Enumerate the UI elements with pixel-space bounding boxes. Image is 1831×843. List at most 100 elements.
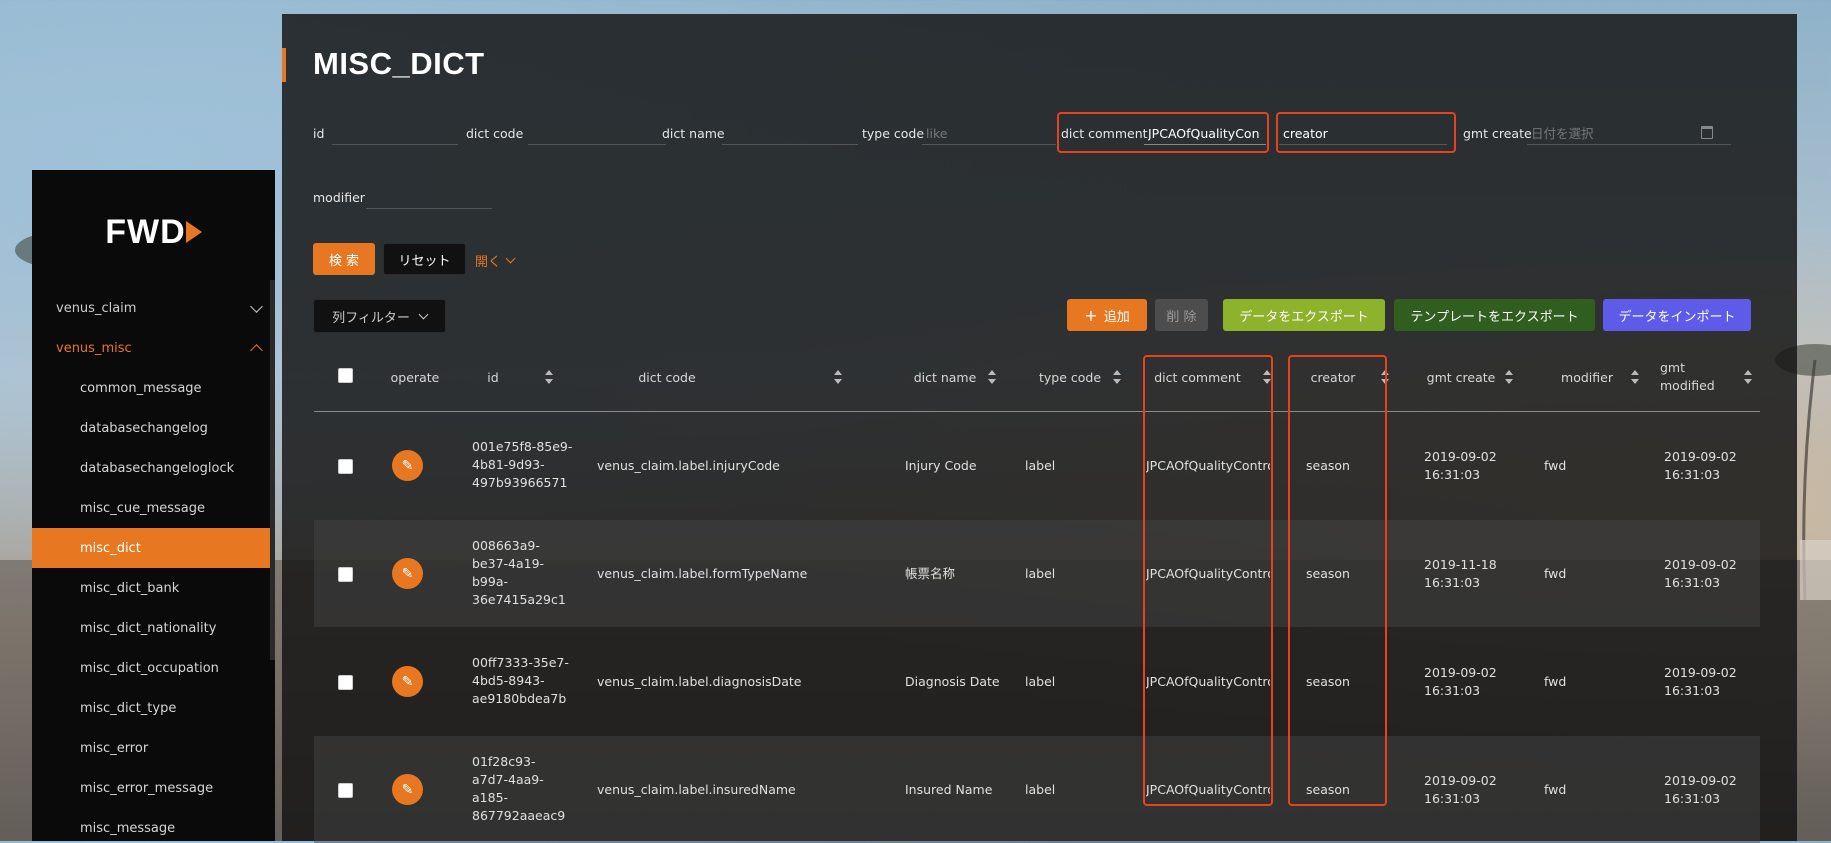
highlight-box-creator-filter — [1276, 112, 1456, 153]
column-header-gmt-modified[interactable]: gmt modified — [1660, 352, 1756, 402]
sidebar-item-misc-cue-message[interactable]: misc_cue_message — [32, 488, 275, 528]
cell-gmt-create: 2019-09-02 16:31:03 — [1424, 773, 1497, 806]
sidebar-group-venus-misc[interactable]: venus_misc — [32, 328, 275, 368]
filter-type-code-input[interactable] — [922, 122, 1056, 145]
cell-gmt-create: 2019-09-02 16:31:03 — [1424, 665, 1497, 698]
row-checkbox[interactable] — [338, 567, 353, 582]
import-data-button[interactable]: データをインポート — [1603, 299, 1751, 331]
filter-type-code-label: type code — [862, 126, 925, 141]
sidebar-item-misc-dict-type[interactable]: misc_dict_type — [32, 688, 275, 728]
column-header-gmt-create[interactable]: gmt create — [1415, 352, 1525, 402]
sort-icon[interactable] — [988, 370, 997, 384]
sort-icon[interactable] — [1113, 370, 1122, 384]
page-title: MISC_DICT — [313, 46, 485, 81]
chevron-down-icon — [418, 309, 429, 319]
title-accent-bar — [282, 48, 286, 82]
edit-row-button[interactable]: ✎ — [392, 558, 423, 589]
pencil-icon: ✎ — [401, 565, 414, 582]
sidebar-item-label: misc_message — [80, 820, 176, 836]
sidebar-item-label: misc_error — [80, 740, 149, 756]
sidebar-scrollbar[interactable] — [270, 280, 275, 660]
highlight-box-dict-comment-column — [1143, 355, 1273, 806]
sidebar-item-misc-dict-occupation[interactable]: misc_dict_occupation — [32, 648, 275, 688]
column-header-type-code[interactable]: type code — [1020, 352, 1140, 402]
cell-id: 008663a9- be37-4a19- b99a- 36e7415a29c1 — [472, 538, 566, 607]
cell-gmt-modified: 2019-09-02 16:31:03 — [1664, 665, 1737, 698]
column-header-label: dict name — [913, 369, 977, 385]
column-header-label: type code — [1038, 369, 1102, 385]
export-data-button[interactable]: データをエクスポート — [1223, 299, 1385, 331]
add-button[interactable]: + 追加 — [1067, 299, 1147, 331]
add-button-label: 追加 — [1103, 309, 1130, 325]
filter-modifier-input[interactable] — [366, 186, 492, 209]
cell-gmt-modified: 2019-09-02 16:31:03 — [1664, 773, 1737, 806]
column-filter-dropdown[interactable]: 列フィルター — [313, 299, 446, 333]
sidebar-item-databasechangelog[interactable]: databasechangelog — [32, 408, 275, 448]
cell-gmt-create: 2019-09-02 16:31:03 — [1424, 449, 1497, 482]
sidebar-item-label: misc_cue_message — [80, 500, 206, 516]
expand-filters-toggle[interactable]: 開く — [475, 251, 516, 270]
sort-icon[interactable] — [544, 370, 553, 384]
cell-gmt-modified: 2019-09-02 16:31:03 — [1664, 449, 1737, 482]
sidebar-item-misc-error[interactable]: misc_error — [32, 728, 275, 768]
sidebar-item-common-message[interactable]: common_message — [32, 368, 275, 408]
cell-dict-name: Diagnosis Date — [905, 674, 1000, 689]
cell-dict-code: venus_claim.label.formTypeName — [597, 566, 808, 581]
column-header-id[interactable]: id — [460, 352, 580, 402]
sort-icon[interactable] — [833, 370, 842, 384]
cell-id: 01f28c93- a7d7-4aa9- a185- 867792aaeac9 — [472, 754, 566, 823]
edit-row-button[interactable]: ✎ — [392, 666, 423, 697]
column-header-label: gmt create — [1426, 369, 1496, 385]
column-header-dict-name[interactable]: dict name — [900, 352, 1010, 402]
column-header-modifier[interactable]: modifier — [1545, 352, 1655, 402]
sidebar-item-databasechangeloglock[interactable]: databasechangeloglock — [32, 448, 275, 488]
select-all-checkbox[interactable] — [338, 368, 353, 383]
cell-dict-code: venus_claim.label.diagnosisDate — [597, 674, 802, 689]
sort-icon[interactable] — [1744, 370, 1752, 384]
cell-type-code: label — [1025, 566, 1056, 581]
row-checkbox[interactable] — [338, 783, 353, 798]
column-header-label: gmt modified — [1660, 360, 1715, 393]
calendar-icon[interactable] — [1701, 126, 1713, 139]
sort-icon[interactable] — [1630, 370, 1639, 384]
sidebar-item-misc-dict-nationality[interactable]: misc_dict_nationality — [32, 608, 275, 648]
search-button[interactable]: 検 索 — [313, 243, 375, 275]
cell-modifier: fwd — [1544, 458, 1567, 473]
fwd-logo: FWD — [32, 213, 275, 251]
chevron-down-icon — [250, 299, 263, 313]
sidebar: FWD venus_claim venus_misc common_messag… — [32, 170, 275, 841]
sidebar-item-misc-dict-bank[interactable]: misc_dict_bank — [32, 568, 275, 608]
column-header-label: modifier — [1561, 369, 1613, 385]
edit-row-button[interactable]: ✎ — [392, 774, 423, 805]
sidebar-group-venus-claim[interactable]: venus_claim — [32, 288, 275, 328]
filter-id-input[interactable] — [332, 122, 458, 145]
cell-dict-name: Insured Name — [905, 782, 993, 797]
cell-id: 00ff7333-35e7- 4bd5-8943- ae9180bdea7b — [472, 655, 569, 706]
delete-button[interactable]: 削 除 — [1155, 299, 1208, 331]
column-header-dict-code[interactable]: dict code — [590, 352, 890, 402]
filter-id-label: id — [313, 126, 325, 141]
cell-dict-code: venus_claim.label.injuryCode — [597, 458, 780, 473]
export-template-button[interactable]: テンプレートをエクスポート — [1394, 299, 1595, 331]
edit-row-button[interactable]: ✎ — [392, 450, 423, 481]
cell-type-code: label — [1025, 782, 1056, 797]
sidebar-item-label: databasechangelog — [80, 420, 208, 436]
filter-gmt-create-label: gmt create — [1463, 126, 1532, 141]
sidebar-item-label: misc_error_message — [80, 780, 214, 796]
sidebar-item-misc-message[interactable]: misc_message — [32, 808, 275, 841]
reset-button[interactable]: リセット — [383, 243, 466, 275]
sidebar-item-misc-error-message[interactable]: misc_error_message — [32, 768, 275, 808]
pencil-icon: ✎ — [401, 457, 414, 474]
sidebar-item-label: misc_dict_bank — [80, 580, 180, 596]
filter-modifier-label: modifier — [313, 190, 365, 205]
filter-dict-name-input[interactable] — [722, 122, 858, 145]
sort-icon[interactable] — [1505, 370, 1514, 384]
highlight-box-dict-comment-filter — [1057, 112, 1269, 153]
filter-dict-code-input[interactable] — [528, 122, 666, 145]
sidebar-item-misc-dict[interactable]: misc_dict — [32, 528, 275, 568]
sidebar-item-label: misc_dict_nationality — [80, 620, 217, 636]
expand-label: 開く — [475, 255, 502, 270]
sidebar-menu: venus_claim venus_misc common_message da… — [32, 288, 275, 841]
row-checkbox[interactable] — [338, 675, 353, 690]
row-checkbox[interactable] — [338, 459, 353, 474]
